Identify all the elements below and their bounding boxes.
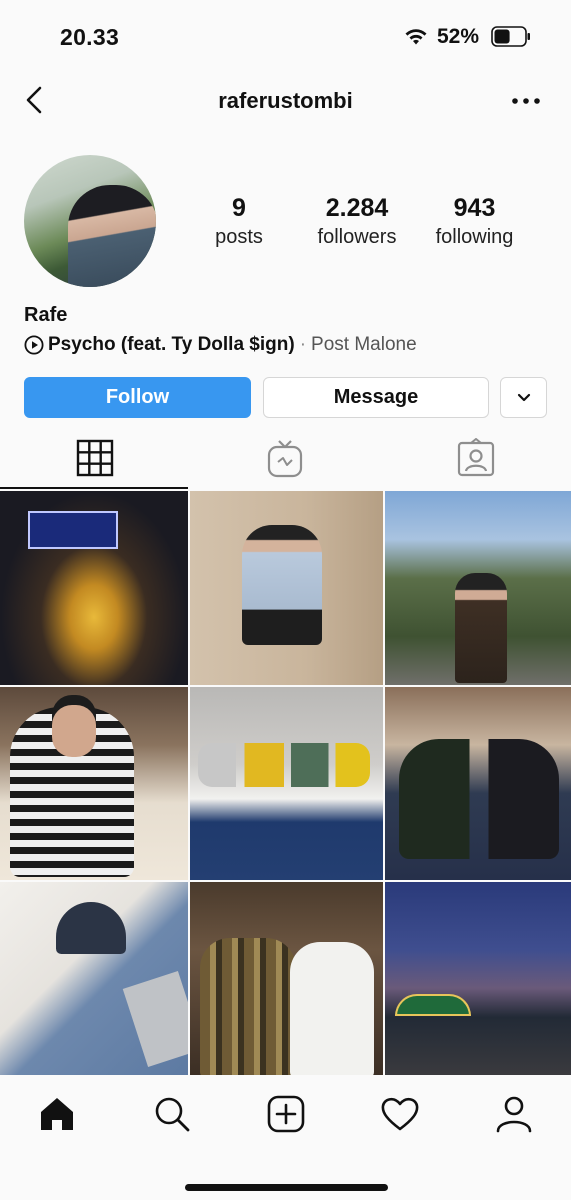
music-separator: · [299, 334, 307, 355]
post-thumbnail-two-friends[interactable] [190, 882, 383, 1075]
home-indicator [185, 1184, 388, 1191]
follow-button[interactable]: Follow [24, 377, 251, 418]
activity-heart-icon[interactable] [380, 1094, 420, 1134]
post-thumbnail-mirror-selfie[interactable] [190, 491, 383, 685]
profile-tabs [0, 434, 571, 490]
post-thumbnail-two-on-sofa[interactable] [385, 687, 571, 880]
stat-following[interactable]: 943 following [427, 193, 522, 251]
post-thumbnail-pier-night[interactable] [385, 882, 571, 1075]
chevron-down-icon [517, 393, 530, 401]
status-bar: 20.33 52% [0, 0, 571, 76]
battery-percent: 52% [437, 25, 480, 48]
stat-posts[interactable]: 9 posts [207, 193, 271, 251]
wifi-icon [405, 29, 427, 45]
bottom-navigation [0, 1076, 571, 1200]
profile-display-name: Rafe [24, 304, 68, 326]
post-thumbnail-model-cars[interactable] [190, 687, 383, 880]
music-song-title: Psycho (feat. Ty Dolla $ign) [48, 334, 295, 355]
battery-icon [491, 26, 530, 47]
stat-followers[interactable]: 2.284 followers [307, 193, 407, 251]
music-artist: Post Malone [311, 334, 417, 355]
post-thumbnail-bay-view[interactable] [385, 491, 571, 685]
stat-posts-count: 9 [232, 194, 246, 222]
stat-following-label: following [435, 226, 514, 248]
home-icon[interactable] [37, 1094, 77, 1134]
post-thumbnail-striped-shirt[interactable] [0, 687, 188, 880]
profile-music[interactable]: Psycho (feat. Ty Dolla $ign) · Post Malo… [24, 332, 417, 358]
post-thumbnail-arena[interactable] [0, 491, 188, 685]
stat-followers-count: 2.284 [325, 194, 389, 222]
status-time: 20.33 [60, 24, 120, 50]
avatar-photo-subject [68, 185, 156, 287]
profile-icon[interactable] [494, 1094, 534, 1134]
more-options-icon[interactable] [510, 90, 542, 112]
stat-following-count: 943 [453, 194, 496, 222]
igtv-icon[interactable] [265, 438, 305, 478]
post-thumbnail-cap-and-jeans[interactable] [0, 882, 188, 1075]
profile-username: raferustombi [218, 88, 353, 113]
profile-actions: Follow Message [24, 377, 547, 419]
grid-icon[interactable] [75, 438, 115, 478]
posts-grid [0, 491, 571, 1076]
profile-stats: 9 posts 2.284 followers 943 following [180, 193, 550, 253]
message-button[interactable]: Message [263, 377, 489, 418]
suggested-accounts-button[interactable] [500, 377, 547, 418]
profile-header: raferustombi [0, 76, 571, 128]
play-circle-icon [24, 335, 44, 355]
new-post-icon[interactable] [266, 1094, 306, 1134]
tagged-icon[interactable] [456, 438, 496, 478]
search-icon[interactable] [152, 1094, 192, 1134]
stat-posts-label: posts [215, 226, 263, 248]
active-tab-indicator [0, 487, 188, 489]
stat-followers-label: followers [317, 226, 397, 248]
profile-avatar[interactable] [24, 155, 156, 287]
